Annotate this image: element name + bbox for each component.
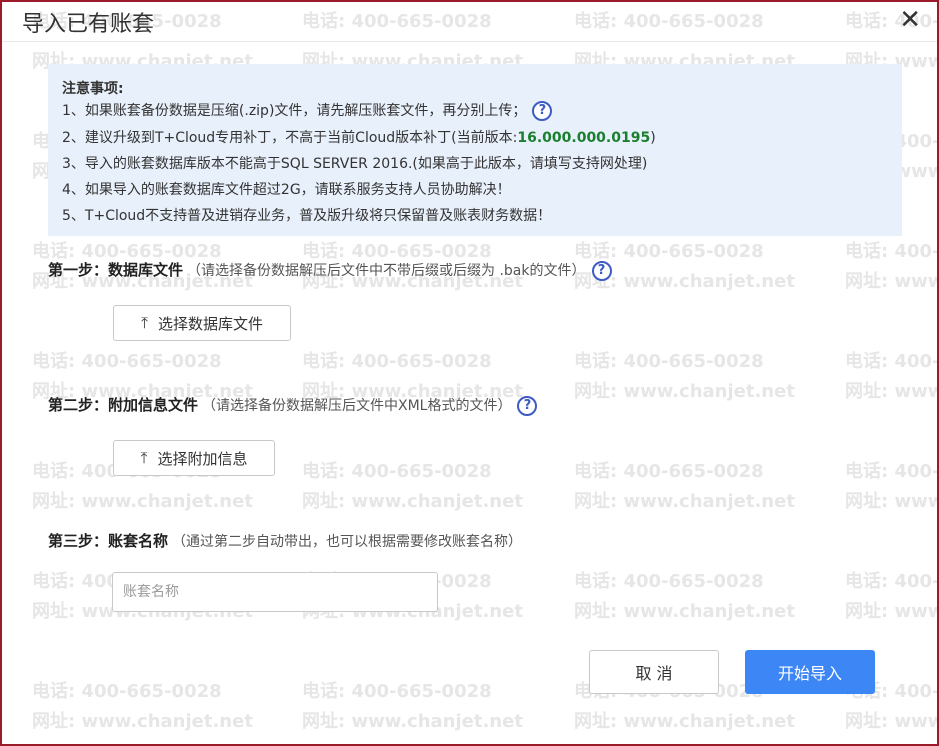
step-2-label: 第二步：附加信息文件 <box>48 396 199 414</box>
upload-icon: ⤒ <box>140 448 148 467</box>
select-additional-info-label: 选择附加信息 <box>157 449 248 468</box>
watermark-site: 网址: www.chanjet.net <box>574 491 795 512</box>
watermark-site: 网址: www.chanjet.net <box>845 711 939 732</box>
watermark-site: 网址: www.chanjet.net <box>845 601 939 622</box>
watermark-phone: 电话: 400-665-0028 <box>845 351 939 372</box>
watermark-phone: 电话: 400-665-0028 <box>32 351 222 372</box>
cancel-button[interactable]: 取 消 <box>589 650 719 694</box>
watermark-site: 网址: www.chanjet.net <box>574 711 795 732</box>
select-additional-info-button[interactable]: ⤒ 选择附加信息 <box>113 440 275 476</box>
notice-line-2: 2、建议升级到T+Cloud专用补丁，不高于当前Cloud版本补丁(当前版本:1… <box>62 127 656 147</box>
watermark-site: 网址: www.chanjet.net <box>845 491 939 512</box>
watermark-phone: 电话: 400-665-0028 <box>574 351 764 372</box>
watermark-phone: 电话: 400-665-0028 <box>302 461 492 482</box>
notice-line-3: 3、导入的账套数据库版本不能高于SQL SERVER 2016.(如果高于此版本… <box>62 156 648 172</box>
import-account-dialog: 电话: 400-665-0028 电话: 400-665-0028 电话: 40… <box>0 0 939 746</box>
step-2-hint: （请选择备份数据解压后文件中XML格式的文件） <box>202 398 512 414</box>
question-circle-icon[interactable]: ? <box>517 396 538 416</box>
close-icon[interactable]: ✕ <box>899 6 921 34</box>
step-3-row: 第三步：账套名称 （通过第二步自动带出，也可以根据需要修改账套名称） <box>48 530 522 551</box>
watermark-phone: 电话: 400-665-0028 <box>574 571 764 592</box>
question-circle-icon[interactable]: ? <box>532 101 553 121</box>
watermark-phone: 电话: 400-665-0028 <box>302 351 492 372</box>
step-2-row: 第二步：附加信息文件 （请选择备份数据解压后文件中XML格式的文件）? <box>48 394 538 416</box>
question-circle-icon[interactable]: ? <box>591 261 612 281</box>
step-1-row: 第一步：数据库文件 （请选择备份数据解压后文件中不带后缀或后缀为 .bak的文件）… <box>48 259 612 281</box>
step-1-hint: （请选择备份数据解压后文件中不带后缀或后缀为 .bak的文件） <box>187 263 586 279</box>
select-database-file-button[interactable]: ⤒ 选择数据库文件 <box>113 305 291 341</box>
watermark-site: 网址: www.chanjet.net <box>845 271 939 292</box>
start-import-button[interactable]: 开始导入 <box>745 650 875 694</box>
step-3-hint: （通过第二步自动带出，也可以根据需要修改账套名称） <box>172 534 523 550</box>
watermark-site: 网址: www.chanjet.net <box>32 711 253 732</box>
watermark-phone: 电话: 400-665-0028 <box>845 241 939 262</box>
watermark-phone: 电话: 400-665-0028 <box>302 681 492 702</box>
upload-icon: ⤒ <box>140 313 149 332</box>
watermark-site: 网址: www.chanjet.net <box>302 491 523 512</box>
notice-line-5: 5、T+Cloud不支持普及进销存业务，普及版升级将只保留普及账表财务数据！ <box>62 208 552 224</box>
dialog-title: 导入已有账套 <box>22 12 155 37</box>
current-version-value: 16.000.000.0195 <box>517 130 651 146</box>
notice-line-1-text: 1、如果账套备份数据是压缩(.zip)文件，请先解压账套文件，再分别上传； <box>62 103 527 119</box>
notice-line-2-text: 2、建议升级到T+Cloud专用补丁，不高于当前Cloud版本补丁(当前版本: <box>62 130 518 146</box>
notice-line-2-suffix: ) <box>650 130 656 146</box>
step-3-label: 第三步：账套名称 <box>48 532 169 550</box>
watermark-phone: 电话: 400-665-0028 <box>574 461 764 482</box>
notice-line-4: 4、如果导入的账套数据库文件超过2G，请联系服务支持人员协助解决！ <box>62 182 511 198</box>
watermark-site: 网址: www.chanjet.net <box>845 381 939 402</box>
watermark-site: 网址: www.chanjet.net <box>32 491 253 512</box>
watermark-site: 网址: www.chanjet.net <box>574 601 795 622</box>
dialog-title-bar: 导入已有账套 ✕ <box>2 2 937 42</box>
watermark-phone: 电话: 400-665-0028 <box>845 571 939 592</box>
notice-box: 注意事项: 1、如果账套备份数据是压缩(.zip)文件，请先解压账套文件，再分别… <box>48 64 902 236</box>
account-name-input[interactable] <box>112 572 438 612</box>
watermark-phone: 电话: 400-665-0028 <box>845 461 939 482</box>
notice-title: 注意事项: <box>62 81 124 97</box>
select-database-file-label: 选择数据库文件 <box>158 314 264 333</box>
step-1-label: 第一步：数据库文件 <box>48 261 184 279</box>
watermark-site: 网址: www.chanjet.net <box>574 381 795 402</box>
watermark-phone: 电话: 400-665-0028 <box>32 681 222 702</box>
notice-line-1: 1、如果账套备份数据是压缩(.zip)文件，请先解压账套文件，再分别上传；? <box>62 100 553 121</box>
watermark-site: 网址: www.chanjet.net <box>302 711 523 732</box>
